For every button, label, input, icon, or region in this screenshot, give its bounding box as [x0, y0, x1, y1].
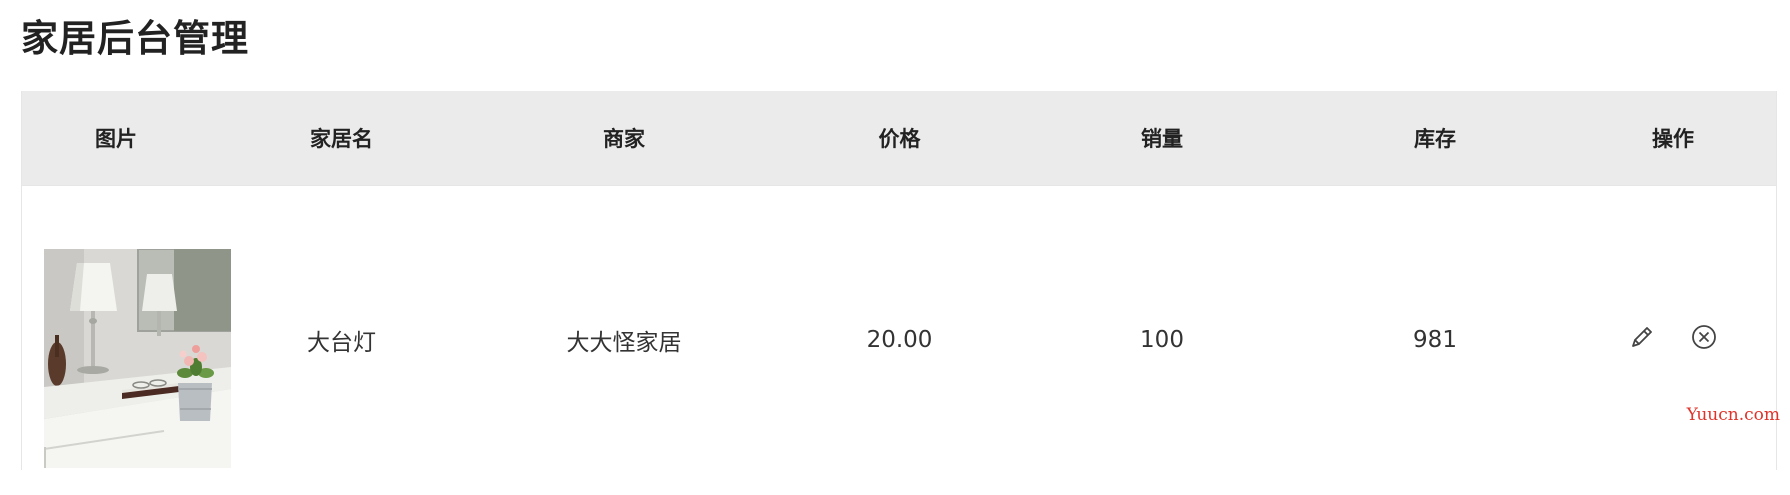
product-image-cell [22, 184, 231, 495]
product-table: 图片 家居名 商家 价格 销量 库存 操作 大台灯 大大怪家居 20.00 10… [21, 91, 1777, 495]
table-row: 大台灯 大大怪家居 20.00 100 981 [22, 184, 1776, 495]
product-stock: 981 [1300, 184, 1570, 495]
column-header-price: 价格 [878, 126, 921, 151]
row-actions [1628, 323, 1718, 351]
column-header-name: 家居名 [310, 126, 373, 151]
column-header-sales: 销量 [1141, 126, 1183, 151]
watermark: Yuucn.com [1686, 405, 1780, 425]
table-header: 图片 家居名 商家 价格 销量 库存 操作 [22, 91, 1776, 185]
page-title: 家居后台管理 [21, 17, 249, 60]
pencil-icon[interactable] [1628, 323, 1656, 351]
product-maker: 大大怪家居 [473, 184, 775, 495]
close-circle-icon[interactable] [1690, 323, 1718, 351]
product-image [44, 248, 231, 468]
product-actions-cell [1570, 184, 1776, 495]
product-price: 20.00 [775, 184, 1024, 495]
product-name: 大台灯 [210, 184, 473, 495]
column-header-stock: 库存 [1414, 126, 1456, 151]
table-header-row: 图片 家居名 商家 价格 销量 库存 操作 [22, 91, 1776, 185]
product-sales: 100 [1024, 184, 1300, 495]
column-header-image: 图片 [95, 126, 137, 151]
column-header-maker: 商家 [603, 126, 645, 151]
column-header-actions: 操作 [1652, 126, 1694, 151]
